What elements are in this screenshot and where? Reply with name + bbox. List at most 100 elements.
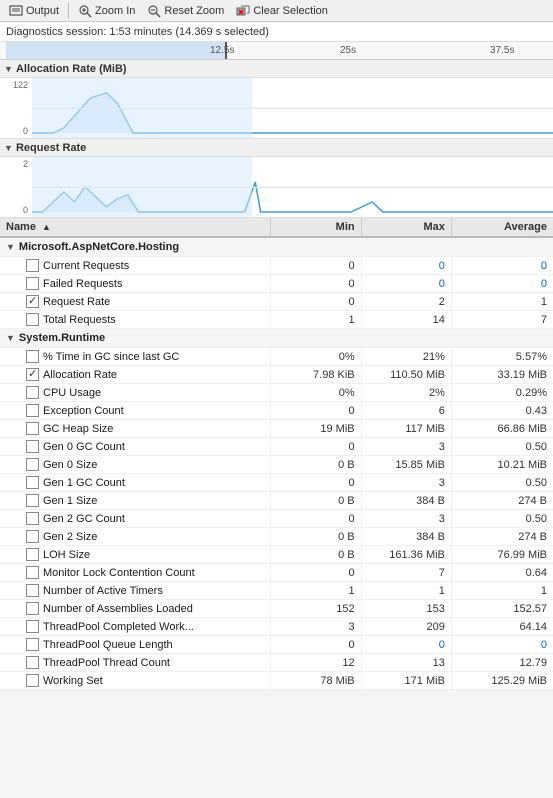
row-checkbox[interactable]	[26, 313, 39, 326]
row-checkbox[interactable]	[26, 386, 39, 399]
row-min: 0 B	[271, 456, 361, 474]
col-header-max[interactable]: Max	[361, 218, 451, 237]
row-name-cell: Number of Active Timers	[0, 582, 271, 600]
row-max: 209	[361, 618, 451, 636]
group-row: ▼ System.Runtime	[0, 329, 553, 348]
row-max: 110.50 MiB	[361, 366, 451, 384]
timeline-ruler[interactable]: 12.5s 25s 37.5s	[0, 42, 553, 60]
row-max: 3	[361, 474, 451, 492]
row-checkbox[interactable]	[26, 458, 39, 471]
ruler-selection	[6, 42, 226, 59]
row-min: 1	[271, 582, 361, 600]
row-min: 0	[271, 438, 361, 456]
row-avg: 66.86 MiB	[451, 420, 553, 438]
row-name-cell: CPU Usage	[0, 384, 271, 402]
row-avg: 33.19 MiB	[451, 366, 553, 384]
row-label: Working Set	[43, 675, 103, 687]
row-checkbox[interactable]	[26, 476, 39, 489]
row-avg: 7	[451, 311, 553, 329]
row-checkbox[interactable]	[26, 259, 39, 272]
row-checkbox[interactable]	[26, 530, 39, 543]
row-name-cell: GC Heap Size	[0, 420, 271, 438]
output-icon	[9, 4, 23, 18]
table-row: Exception Count 0 6 0.43	[0, 402, 553, 420]
row-checkbox[interactable]	[26, 584, 39, 597]
row-name-cell: Gen 1 Size	[0, 492, 271, 510]
row-name-cell: Gen 2 Size	[0, 528, 271, 546]
chart-grid-mid	[32, 108, 553, 109]
row-max: 7	[361, 564, 451, 582]
row-checkbox[interactable]	[26, 277, 39, 290]
row-min: 19 MiB	[271, 420, 361, 438]
row-checkbox[interactable]	[26, 566, 39, 579]
col-header-min[interactable]: Min	[271, 218, 361, 237]
row-min: 0%	[271, 348, 361, 366]
session-text: Diagnostics session: 1:53 minutes (14.36…	[6, 26, 269, 38]
row-label: GC Heap Size	[43, 423, 113, 435]
row-checkbox[interactable]	[26, 512, 39, 525]
clear-selection-label: Clear Selection	[253, 5, 328, 17]
row-name-cell: ThreadPool Thread Count	[0, 654, 271, 672]
row-checkbox[interactable]	[26, 295, 39, 308]
row-checkbox[interactable]	[26, 422, 39, 435]
row-name-cell: ThreadPool Queue Length	[0, 636, 271, 654]
col-header-name[interactable]: Name ▲	[0, 218, 271, 237]
row-avg: 0.50	[451, 438, 553, 456]
zoom-in-button[interactable]: Zoom In	[73, 3, 140, 19]
row-min: 0	[271, 275, 361, 293]
row-min: 152	[271, 600, 361, 618]
row-min: 0	[271, 402, 361, 420]
col-header-avg[interactable]: Average	[451, 218, 553, 237]
chart-y2-max: 2	[2, 159, 28, 169]
reset-zoom-button[interactable]: Reset Zoom	[142, 3, 229, 19]
row-label: Monitor Lock Contention Count	[43, 567, 195, 579]
row-checkbox[interactable]	[26, 494, 39, 507]
table-row: Number of Assemblies Loaded 152 153 152.…	[0, 600, 553, 618]
row-max: 2%	[361, 384, 451, 402]
zoom-in-label: Zoom In	[95, 5, 135, 17]
row-checkbox[interactable]	[26, 674, 39, 687]
row-name-cell: Request Rate	[0, 293, 271, 311]
reset-zoom-icon	[147, 4, 161, 18]
row-checkbox[interactable]	[26, 440, 39, 453]
row-label: Request Rate	[43, 296, 110, 308]
row-max: 0	[361, 257, 451, 275]
row-avg: 0.43	[451, 402, 553, 420]
row-checkbox[interactable]	[26, 350, 39, 363]
row-checkbox[interactable]	[26, 404, 39, 417]
row-checkbox[interactable]	[26, 656, 39, 669]
row-name-cell: Gen 0 Size	[0, 456, 271, 474]
row-label: CPU Usage	[43, 387, 101, 399]
row-max: 6	[361, 402, 451, 420]
chart-y-max: 122	[2, 80, 28, 90]
chart-allocation-rate-y-labels: 122 0	[0, 78, 30, 138]
table-row: Monitor Lock Contention Count 0 7 0.64	[0, 564, 553, 582]
row-name-cell: Gen 0 GC Count	[0, 438, 271, 456]
chart-allocation-rate-body: 122 0	[0, 78, 553, 138]
row-avg: 76.99 MiB	[451, 546, 553, 564]
row-label: ThreadPool Completed Work...	[43, 621, 194, 633]
row-checkbox[interactable]	[26, 548, 39, 561]
row-label: Gen 2 Size	[43, 531, 97, 543]
table-row: Gen 0 GC Count 0 3 0.50	[0, 438, 553, 456]
row-name-cell: Current Requests	[0, 257, 271, 275]
row-max: 21%	[361, 348, 451, 366]
row-avg: 125.29 MiB	[451, 672, 553, 690]
chart-request-rate-body: 2 0	[0, 157, 553, 217]
chart-request-rate: ▼ Request Rate 2 0	[0, 139, 553, 218]
row-min: 0	[271, 636, 361, 654]
row-min: 0 B	[271, 546, 361, 564]
output-button[interactable]: Output	[4, 3, 64, 19]
row-checkbox[interactable]	[26, 602, 39, 615]
row-checkbox[interactable]	[26, 368, 39, 381]
divider-1	[68, 3, 69, 19]
row-min: 1	[271, 311, 361, 329]
row-label: Total Requests	[43, 314, 116, 326]
row-max: 153	[361, 600, 451, 618]
clear-selection-button[interactable]: Clear Selection	[231, 3, 333, 19]
row-checkbox[interactable]	[26, 620, 39, 633]
row-checkbox[interactable]	[26, 638, 39, 651]
metrics-table: Name ▲ Min Max Average ▼ Microsoft.AspNe…	[0, 218, 553, 690]
row-label: Allocation Rate	[43, 369, 117, 381]
reset-zoom-label: Reset Zoom	[164, 5, 224, 17]
